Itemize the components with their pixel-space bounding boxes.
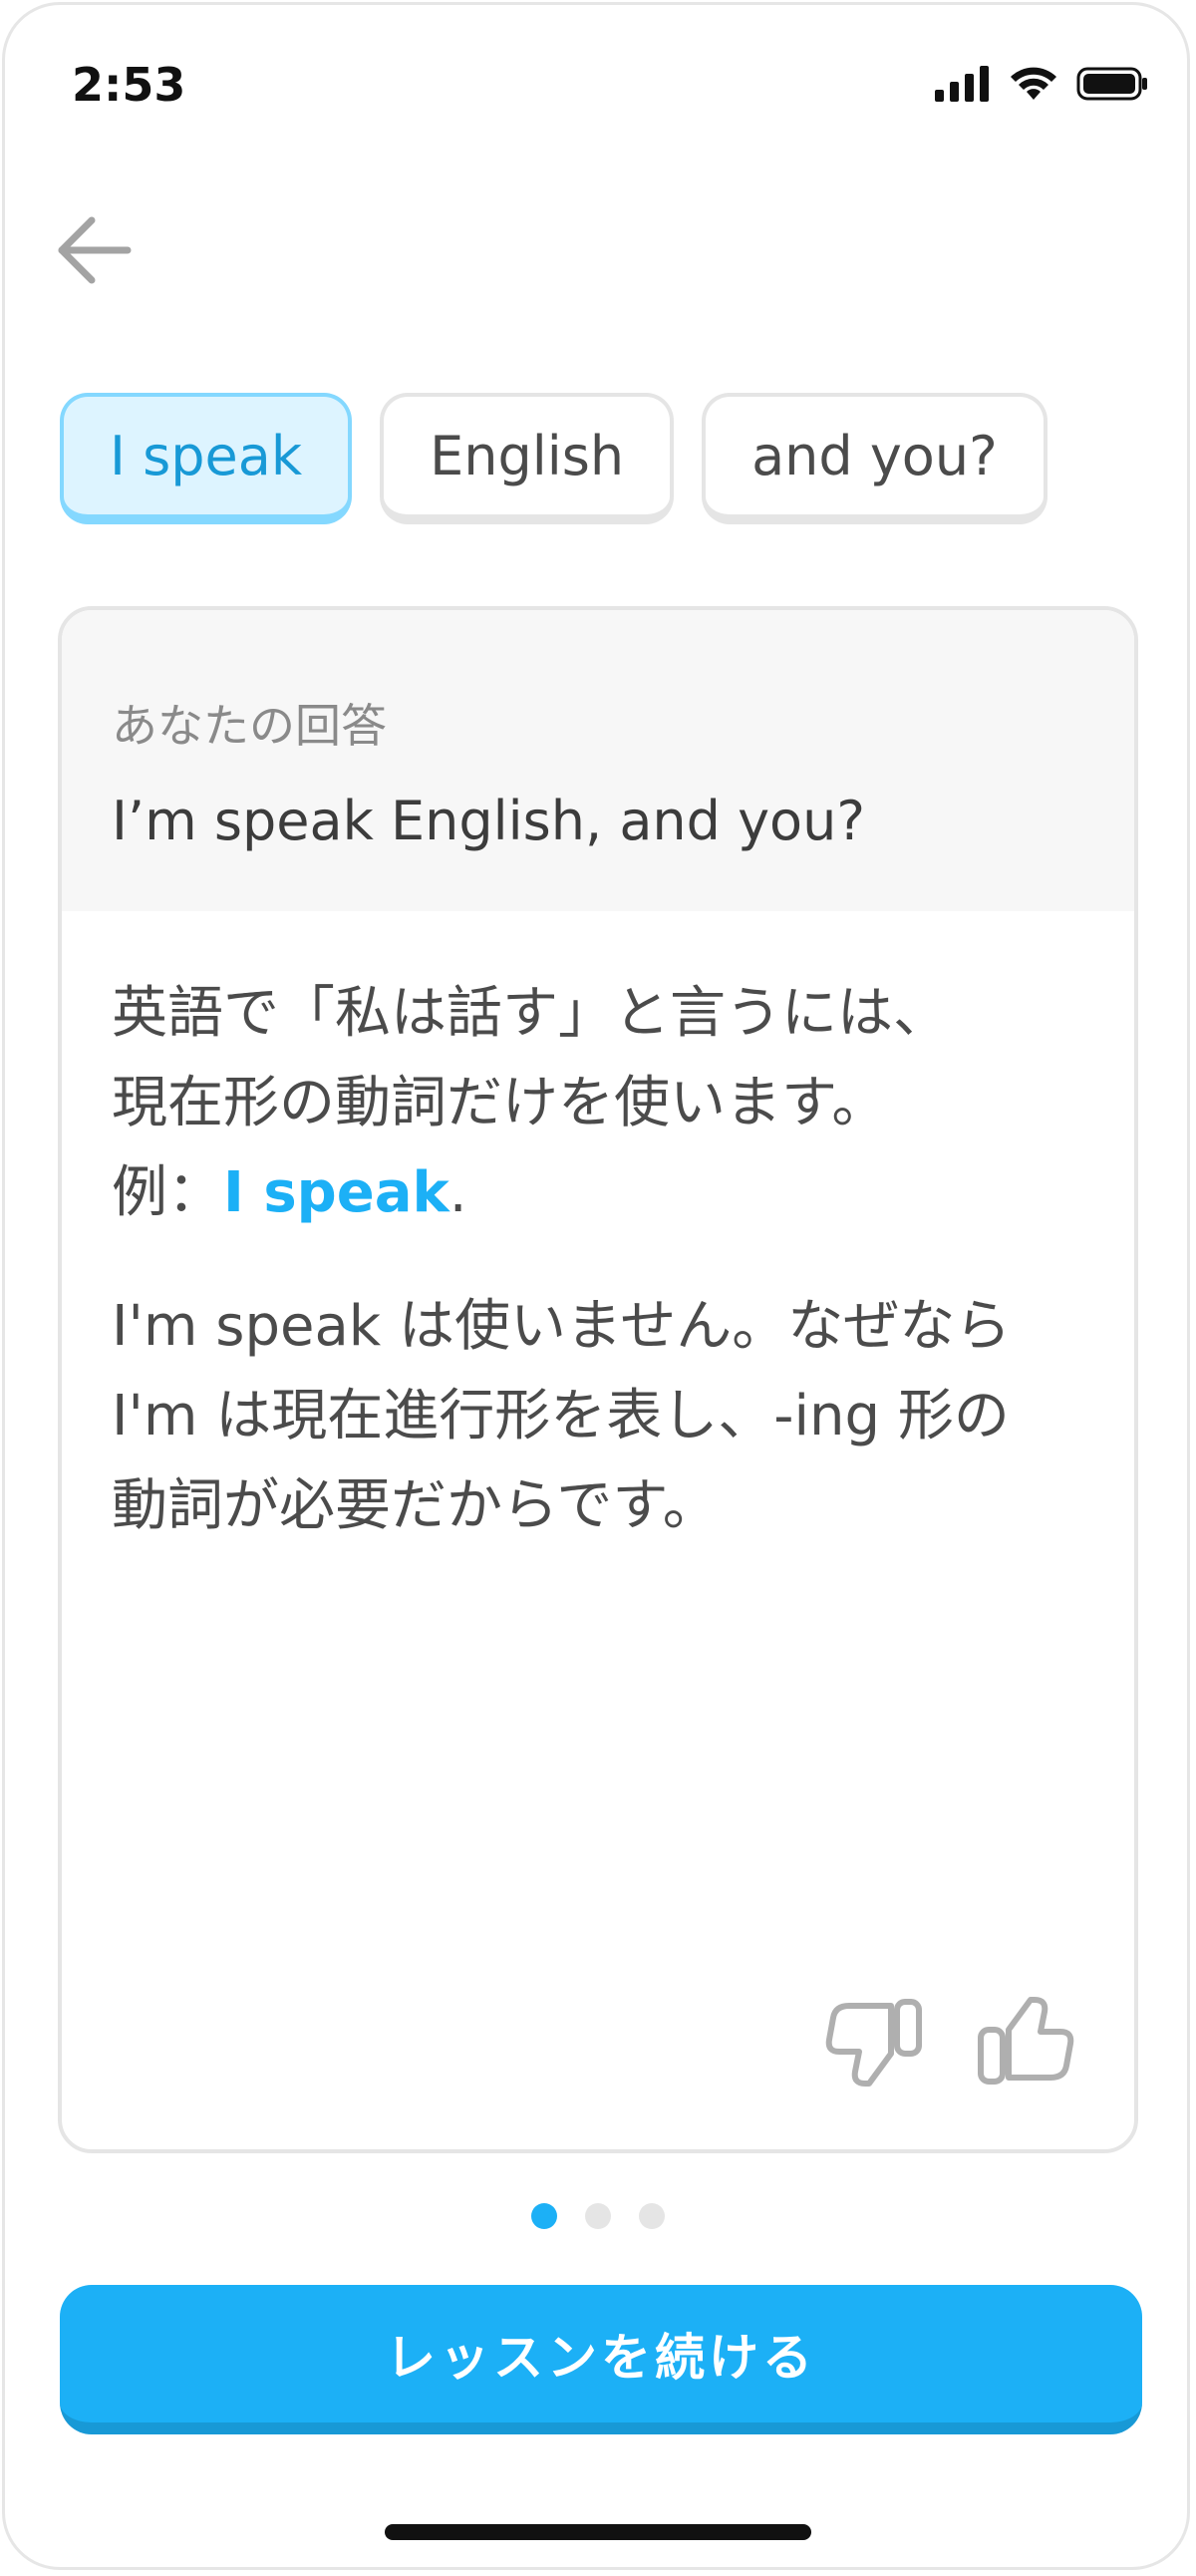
answer-section: あなたの回答 I’m speak English, and you? bbox=[62, 610, 1134, 911]
page-dot-1[interactable] bbox=[531, 2203, 557, 2229]
wifi-icon bbox=[1009, 66, 1058, 106]
arrow-left-icon bbox=[58, 216, 132, 284]
home-indicator[interactable] bbox=[385, 2524, 811, 2540]
status-icons bbox=[935, 66, 1148, 106]
answer-label: あなたの回答 bbox=[112, 699, 387, 753]
thumbs-up-button[interactable] bbox=[975, 1994, 1074, 2093]
note-paragraph: I'm speak は使いません。なぜなら I'm は現在進行形を表し、-ing… bbox=[112, 1282, 1094, 1551]
explanation-paragraph: 英語で「私は話す」と言うには、 現在形の動詞だけを使います。 例：I speak… bbox=[112, 969, 1094, 1238]
page-dot-2[interactable] bbox=[585, 2203, 611, 2229]
thumbs-down-icon bbox=[825, 1999, 922, 2087]
back-button[interactable] bbox=[56, 214, 136, 286]
rating-buttons bbox=[825, 1994, 1074, 2093]
note-line: I'm speak は使いません。なぜなら bbox=[112, 1294, 1012, 1359]
status-time: 2:53 bbox=[72, 58, 186, 112]
thumbs-up-icon bbox=[978, 1997, 1074, 2085]
explanation: 英語で「私は話す」と言うには、 現在形の動詞だけを使います。 例：I speak… bbox=[112, 969, 1094, 1595]
word-chip-and-you[interactable]: and you? bbox=[702, 393, 1047, 524]
page-dot-3[interactable] bbox=[639, 2203, 665, 2229]
thumbs-down-button[interactable] bbox=[825, 1994, 925, 2093]
feedback-card: あなたの回答 I’m speak English, and you? 英語で「私… bbox=[58, 606, 1138, 2153]
explanation-line: 英語で「私は話す」と言うには、 bbox=[112, 981, 949, 1046]
word-chip-english[interactable]: English bbox=[380, 393, 675, 524]
answer-text: I’m speak English, and you? bbox=[112, 790, 865, 852]
word-bank: I speak English and you? bbox=[60, 393, 1047, 524]
note-line: I'm は現在進行形を表し、-ing 形の bbox=[112, 1384, 1010, 1449]
example-suffix: . bbox=[448, 1160, 467, 1225]
note-line: 動詞が必要だからです。 bbox=[112, 1473, 719, 1538]
example-highlight: I speak bbox=[223, 1160, 449, 1225]
example-prefix: 例： bbox=[112, 1160, 223, 1225]
signal-icon bbox=[935, 66, 991, 106]
pagination-dots bbox=[0, 2203, 1196, 2229]
battery-icon bbox=[1076, 66, 1148, 106]
continue-lesson-button[interactable]: レッスンを続ける bbox=[60, 2285, 1142, 2434]
word-chip-i-speak[interactable]: I speak bbox=[60, 393, 353, 524]
explanation-line: 現在形の動詞だけを使います。 bbox=[112, 1071, 888, 1135]
